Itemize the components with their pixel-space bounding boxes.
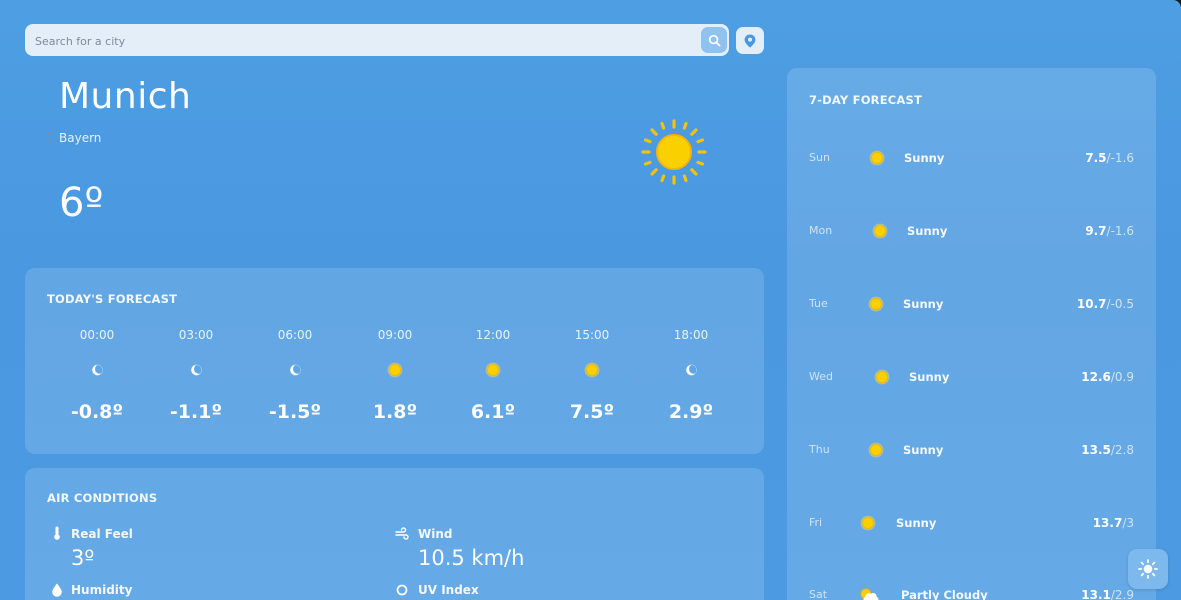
hour-time: 00:00 [79,328,115,342]
region-name: Bayern [59,131,102,145]
daily-forecast-row: Fri Sunny 13.7/3 [787,514,1156,534]
hour-time: 09:00 [377,328,413,342]
location-pin-icon [744,34,756,48]
daily-forecast-row: Tue Sunny 10.7/-0.5 [787,295,1156,315]
search-bar [25,24,729,56]
air-conditions-title: AIR CONDITIONS [47,491,158,505]
day-name: Thu [809,443,830,456]
hour-temperature: -0.8º [70,401,124,423]
sun-icon [387,362,403,378]
wind-icon [395,527,409,540]
partly-cloudy-icon [858,587,879,600]
todays-forecast-panel: TODAY'S FORECAST 00:00 -0.8º 03:00 -1.1º 06:… [25,268,764,454]
thermometer-icon [54,526,60,540]
daily-forecast-row: Sun Sunny 7.5/-1.6 [787,149,1156,169]
day-description: Partly Cloudy [901,588,988,600]
todays-forecast-title: TODAY'S FORECAST [47,292,178,306]
hour-time: 12:00 [475,328,511,342]
wind-value: 10.5 km/h [418,546,525,570]
day-description: Sunny [907,224,948,238]
hour-time: 15:00 [574,328,610,342]
day-name: Wed [809,370,833,383]
hour-temperature: -1.5º [268,401,322,423]
real-feel-value: 3º [71,546,95,570]
day-high: 9.7 [1085,224,1107,238]
city-name: Munich [59,76,192,117]
sun-icon [485,362,501,378]
hour-temperature: 7.5º [569,401,615,423]
theme-toggle-button[interactable] [1128,549,1168,589]
day-temperatures: 13.1/2.9 [1081,588,1134,600]
uv-index-label: UV Index [418,583,479,597]
day-high: 13.1 [1081,588,1111,600]
day-high: 12.6 [1081,370,1111,384]
day-temperatures: 12.6/0.9 [1081,370,1134,384]
hour-temperature: 2.9º [668,401,714,423]
day-name: Tue [809,297,828,310]
day-name: Mon [809,224,833,237]
weather-app: Munich Bayern 6º TODAY'S FORECAST 00:00 -… [0,0,1181,600]
day-temperatures: 10.7/-0.5 [1076,297,1134,311]
seven-day-forecast-title: 7-DAY FORECAST [809,93,923,107]
day-name: Sun [809,151,830,164]
day-high: 13.5 [1081,443,1111,457]
day-description: Sunny [896,516,937,530]
day-high: 13.7 [1092,516,1123,530]
moon-icon [683,362,699,378]
day-low: -1.6 [1110,151,1134,165]
sun-icon [868,296,884,312]
droplet-icon [52,583,62,597]
day-description: Sunny [904,151,945,165]
day-low: -1.6 [1110,224,1134,238]
day-description: Sunny [903,443,944,457]
humidity-label: Humidity [71,583,133,597]
day-temperatures: 13.7/3 [1092,516,1134,530]
daily-forecast-row: Mon Sunny 9.7/-1.6 [787,222,1156,242]
sun-icon [1138,559,1158,579]
search-input[interactable] [33,30,697,52]
day-name: Sat [809,588,828,600]
daily-forecast-row: Wed Sunny 12.6/0.9 [787,368,1156,388]
moon-icon [287,362,303,378]
uv-sun-icon [396,584,408,596]
wind-label: Wind [418,527,453,541]
day-low: 0.9 [1114,370,1134,384]
search-button[interactable] [701,27,727,53]
air-conditions-panel: AIR CONDITIONS Real Feel 3º Wind 10.5 km… [25,468,764,600]
sun-icon [874,369,890,385]
hour-temperature: 6.1º [470,401,516,423]
day-temperatures: 9.7/-1.6 [1085,224,1134,238]
sun-icon [872,223,888,239]
sun-icon [869,150,885,166]
day-high: 10.7 [1076,297,1107,311]
day-low: -0.5 [1110,297,1134,311]
daily-forecast-row: Sat Partly Cloudy 13.1/2.9 [787,586,1156,600]
hour-time: 18:00 [673,328,709,342]
current-temperature: 6º [59,180,104,226]
day-temperatures: 13.5/2.8 [1081,443,1134,457]
hour-time: 03:00 [178,328,214,342]
day-high: 7.5 [1085,151,1107,165]
day-low: 3 [1126,516,1134,530]
search-icon [708,34,720,46]
day-low: 2.8 [1114,443,1134,457]
hour-temperature: -1.1º [169,401,223,423]
moon-icon [188,362,204,378]
hour-temperature: 1.8º [372,401,418,423]
real-feel-label: Real Feel [71,527,133,541]
sun-icon [641,119,707,185]
hour-time: 06:00 [277,328,313,342]
location-button[interactable] [736,27,764,54]
day-name: Fri [809,516,823,529]
sun-icon [860,515,876,531]
sun-icon [868,442,884,458]
day-description: Sunny [903,297,944,311]
day-temperatures: 7.5/-1.6 [1085,151,1134,165]
seven-day-forecast-panel: 7-DAY FORECAST Sun Sunny 7.5/-1.6 Mon Sunny 9… [787,68,1156,600]
sun-icon [584,362,600,378]
day-low: 2.9 [1114,588,1134,600]
moon-icon [89,362,105,378]
daily-forecast-row: Thu Sunny 13.5/2.8 [787,441,1156,461]
day-description: Sunny [909,370,950,384]
